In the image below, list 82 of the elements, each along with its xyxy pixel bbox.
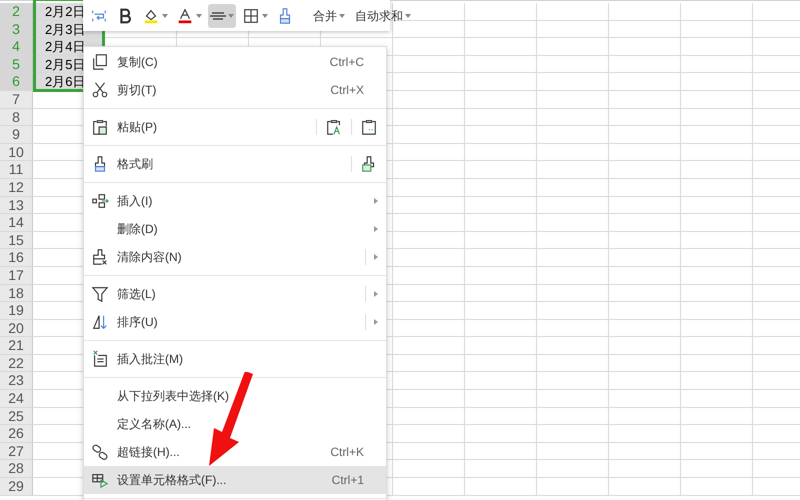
caret-icon bbox=[339, 14, 345, 18]
row-header[interactable]: 10 bbox=[0, 144, 33, 160]
menu-item-label: 插入(I) bbox=[117, 193, 152, 210]
caret-icon bbox=[262, 14, 268, 18]
borders-icon bbox=[242, 6, 260, 24]
link-icon bbox=[91, 443, 109, 461]
shortcut-label: Ctrl+C bbox=[330, 54, 365, 71]
menu-item[interactable]: 筛选(L) bbox=[84, 280, 386, 308]
menu-item-label: 删除(D) bbox=[117, 221, 158, 238]
row-header[interactable]: 16 bbox=[0, 249, 33, 266]
font-color-icon bbox=[176, 6, 194, 24]
menu-item[interactable]: 设置单元格格式(F)... Ctrl+1 bbox=[84, 466, 386, 494]
row-header[interactable]: 27 bbox=[0, 442, 33, 460]
clipboard-icon bbox=[91, 118, 109, 136]
menu-item-label: 超链接(H)... bbox=[117, 444, 180, 461]
submenu-arrow-icon bbox=[374, 254, 378, 260]
row-header[interactable]: 23 bbox=[0, 372, 33, 390]
eraser-icon bbox=[91, 248, 109, 266]
scissors-icon bbox=[91, 81, 109, 99]
menu-item[interactable]: 粘贴(P) bbox=[84, 113, 386, 141]
menu-item-label: 定义名称(A)... bbox=[117, 416, 191, 433]
menu-item[interactable]: 清除内容(N) bbox=[84, 243, 386, 271]
row-header[interactable]: 13 bbox=[0, 196, 33, 214]
row-header[interactable]: 7 bbox=[0, 90, 33, 108]
row-header[interactable]: 26 bbox=[0, 425, 33, 442]
menu-item[interactable]: 从下拉列表中选择(K) bbox=[84, 382, 386, 410]
caret-icon bbox=[196, 14, 202, 18]
row-header[interactable]: 8 bbox=[0, 108, 33, 126]
menu-item[interactable]: 定义名称(A)... bbox=[84, 410, 386, 438]
caret-icon bbox=[405, 14, 411, 18]
comment-icon bbox=[91, 350, 109, 368]
row-header[interactable]: 21 bbox=[0, 337, 33, 354]
paste-special-icon bbox=[360, 118, 378, 136]
menu-item[interactable]: 格式刷 bbox=[84, 150, 386, 178]
menu-item-label: 从下拉列表中选择(K) bbox=[117, 388, 229, 405]
toolbar-button[interactable]: 合并 bbox=[310, 6, 348, 24]
row-header[interactable]: 17 bbox=[0, 266, 33, 284]
align-center-icon bbox=[210, 12, 226, 20]
menu-item-label: 排序(U) bbox=[117, 314, 158, 331]
menu-item[interactable]: 排序(U) bbox=[84, 308, 386, 336]
menu-item-label: 筛选(L) bbox=[117, 286, 156, 303]
shortcut-label: Ctrl+X bbox=[330, 82, 365, 99]
menu-item[interactable]: 插入(I) bbox=[84, 187, 386, 215]
caret-icon bbox=[162, 14, 168, 18]
submenu-arrow-icon bbox=[374, 319, 378, 325]
cell-format-icon bbox=[91, 471, 109, 489]
row-header[interactable]: 20 bbox=[0, 320, 33, 336]
row-header[interactable]: 11 bbox=[0, 161, 33, 178]
shortcut-label: Ctrl+1 bbox=[332, 472, 365, 489]
menu-item-label: 格式刷 bbox=[117, 156, 153, 173]
menu-item-label: 插入批注(M) bbox=[117, 351, 183, 368]
caret-icon bbox=[228, 14, 234, 18]
menu-item-label: 复制(C) bbox=[117, 54, 158, 71]
filter-icon bbox=[91, 285, 109, 303]
toolbar-button[interactable]: 自动求和 bbox=[352, 6, 414, 24]
menu-item-label: 清除内容(N) bbox=[117, 249, 182, 266]
submenu-arrow-icon bbox=[374, 291, 378, 297]
row-header[interactable]: 28 bbox=[0, 460, 33, 478]
menu-item-label: 剪切(T) bbox=[117, 82, 156, 99]
shortcut-label: Ctrl+K bbox=[330, 444, 365, 461]
submenu-arrow-icon bbox=[374, 198, 378, 204]
row-header[interactable]: 14 bbox=[0, 214, 33, 231]
row-header[interactable]: 18 bbox=[0, 284, 33, 302]
row-header[interactable]: 22 bbox=[0, 354, 33, 372]
menu-item[interactable]: 删除(D) bbox=[84, 215, 386, 243]
toolbar-button[interactable] bbox=[208, 4, 236, 28]
submenu-arrow-icon bbox=[374, 226, 378, 232]
row-header[interactable]: 25 bbox=[0, 408, 33, 424]
menu-item-label: 设置单元格格式(F)... bbox=[117, 472, 226, 489]
row-header[interactable]: 9 bbox=[0, 126, 33, 143]
sort-icon bbox=[91, 313, 109, 331]
row-header[interactable]: 15 bbox=[0, 232, 33, 248]
row-header[interactable]: 12 bbox=[0, 178, 33, 196]
menu-item[interactable]: 超链接(H)... Ctrl+K bbox=[84, 438, 386, 466]
row-header[interactable]: 19 bbox=[0, 302, 33, 319]
menu-item-label: 粘贴(P) bbox=[117, 119, 157, 136]
row-header[interactable]: 29 bbox=[0, 478, 33, 495]
copy-icon bbox=[91, 53, 109, 71]
insert-cells-icon bbox=[91, 192, 109, 210]
row-header[interactable]: 24 bbox=[0, 390, 33, 407]
menu-item[interactable]: 插入批注(M) bbox=[84, 345, 386, 373]
paste-text-icon bbox=[325, 118, 343, 136]
